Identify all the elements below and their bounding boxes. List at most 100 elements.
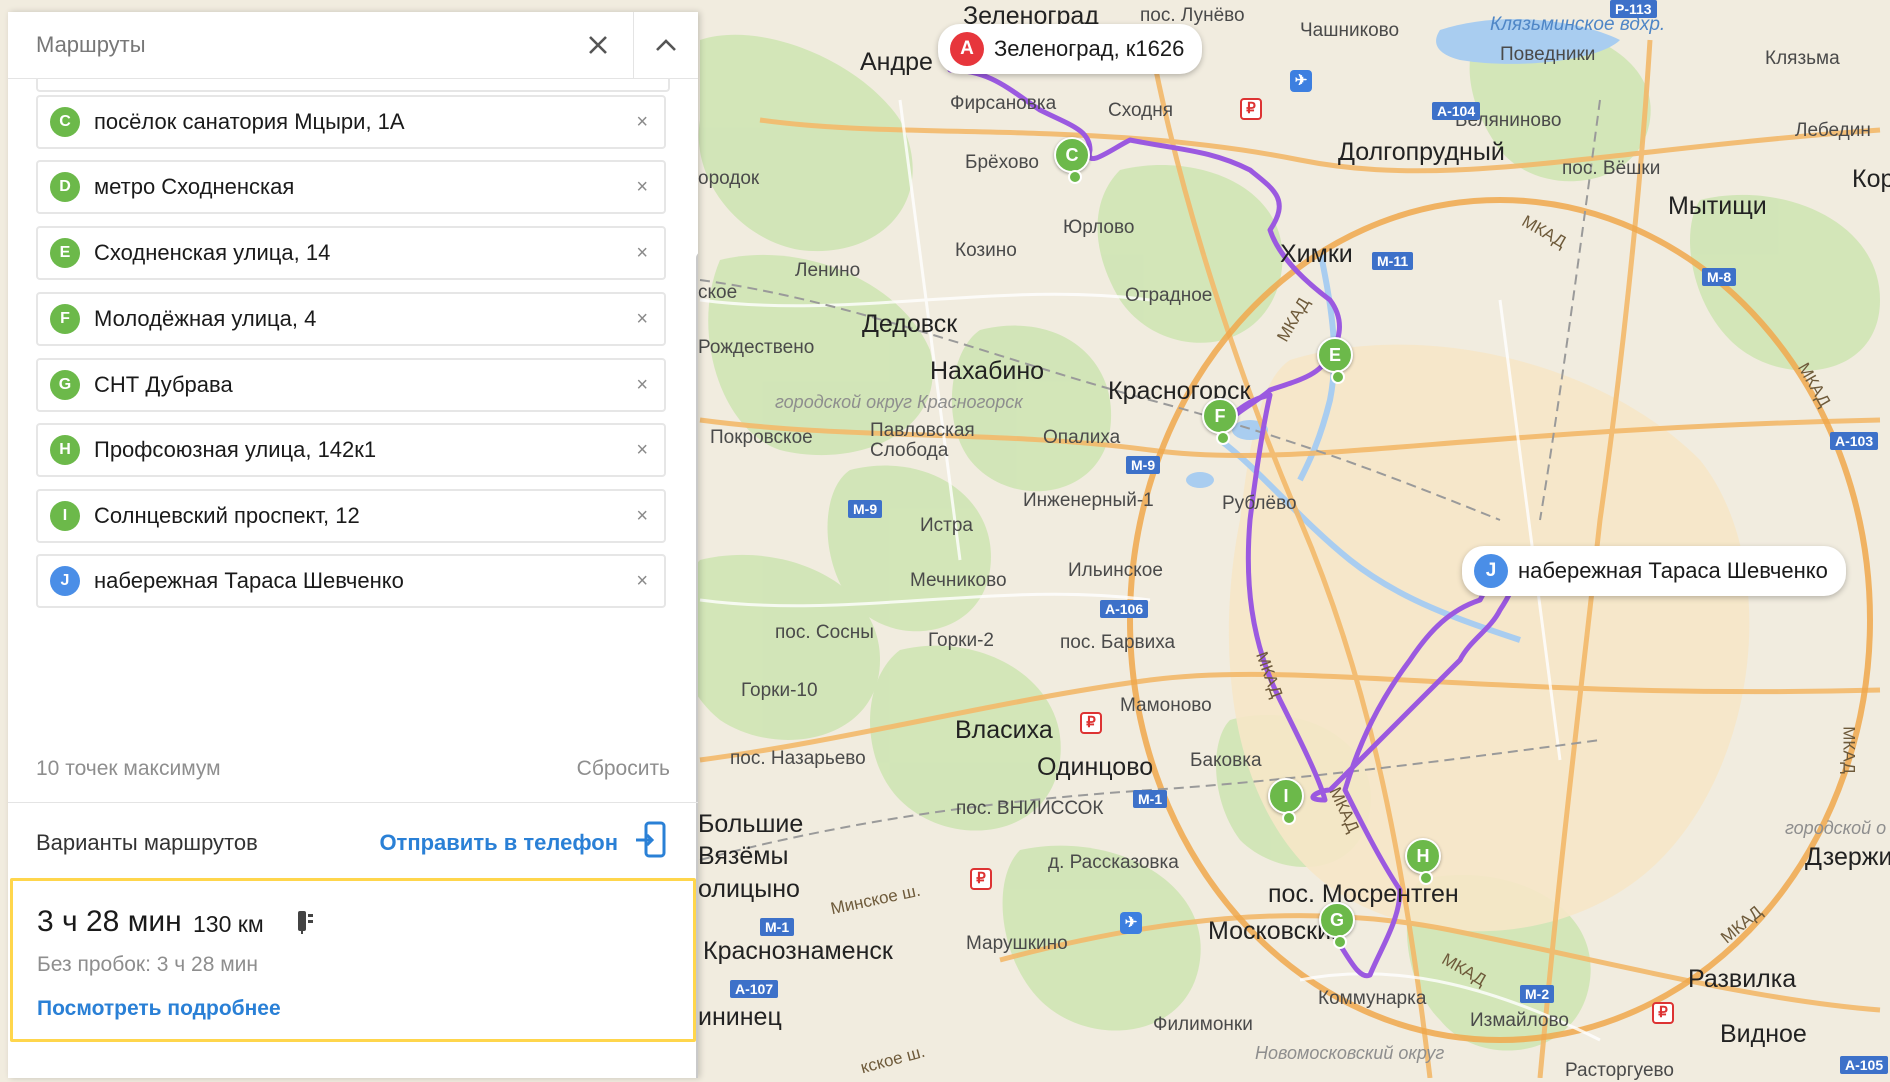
waypoint-field[interactable]: H Профсоюзная улица, 142к1 × [36,423,666,477]
remove-waypoint-icon[interactable]: × [636,242,648,265]
place-label: Ленино [795,260,861,281]
place-label: Андре [860,48,933,76]
route-variants-title: Варианты маршрутов [36,830,258,855]
remove-waypoint-icon[interactable]: × [636,111,648,134]
place-label: Коммунарка [1318,988,1427,1009]
highway-shield: М-11 [1372,252,1414,270]
waypoint-label: Молодёжная улица, 4 [94,306,317,331]
start-marker-icon: A [950,32,984,66]
place-label: Видное [1720,1020,1807,1048]
waypoint-label: Профсоюзная улица, 142к1 [94,437,377,462]
place-label: ское [698,282,738,303]
place-label: Одинцово [1037,753,1154,781]
highway-shield: М-9 [848,500,883,518]
remove-waypoint-icon[interactable]: × [636,374,648,397]
place-label: Долгопрудный [1338,138,1505,166]
callout-label: Зеленоград, к1626 [994,36,1185,61]
traffic-light-icon [293,909,319,935]
waypoint-badge: C [50,107,80,137]
waypoint-field[interactable]: D метро Сходненская × [36,160,666,214]
route-details-link[interactable]: Посмотреть подробнее [37,997,281,1021]
place-label: Рублёво [1222,493,1297,514]
waypoint-field[interactable]: C посёлок санатория Мцыри, 1А × [36,95,666,149]
waypoint-badge: D [50,172,80,202]
place-label: Развилка [1688,965,1797,993]
highway-shield: А-107 [730,980,779,998]
place-label: Чашниково [1300,20,1400,41]
place-label: пос. Сосны [775,622,874,643]
place-label: Рождествено [698,337,815,358]
place-label: пос. Назарьево [730,748,866,769]
highway-shield: А-106 [1100,600,1149,618]
route-pin-g[interactable]: G [1319,902,1355,949]
remove-waypoint-icon[interactable]: × [636,439,648,462]
place-label: Брёхово [965,152,1039,173]
route-pin-c[interactable]: C [1054,137,1090,184]
place-label: д. Рассказовка [1048,852,1179,873]
waypoint-label: СНТ Дубрава [94,372,233,397]
remove-waypoint-icon[interactable]: × [636,176,648,199]
route-no-traffic: Без пробок: 3 ч 28 мин [37,953,259,976]
place-label: Поведники [1500,44,1596,65]
place-label: Дедовск [862,310,958,338]
place-label: Инженерный-1 [1023,490,1154,511]
send-to-phone-link[interactable]: Отправить в телефон [379,830,618,856]
waypoint-badge: E [50,238,80,268]
route-pin-h[interactable]: H [1405,838,1441,885]
route-pin-i[interactable]: I [1268,778,1304,825]
place-label: Фирсановка [950,93,1057,114]
chevron-up-icon[interactable] [633,12,698,78]
highway-shield: М-8 [1702,268,1737,286]
callout-label: набережная Тараса Шевченко [1518,558,1828,583]
panel-header: Маршруты [8,12,698,79]
place-label: Козино [955,240,1017,261]
end-marker-icon: J [1474,554,1508,588]
highway-shield: А-103 [1830,432,1879,450]
waypoint-field[interactable]: J набережная Тараса Шевченко × [36,554,666,608]
fuel-station-icon[interactable]: ₽ [970,868,992,890]
route-end-callout[interactable]: J набережная Тараса Шевченко [1462,546,1846,596]
place-label: городской о [1785,818,1887,838]
place-label: Опалиха [1043,427,1121,448]
waypoint-field[interactable]: F Молодёжная улица, 4 × [36,292,666,346]
place-label: Филимонки [1153,1014,1253,1035]
divider [8,802,698,803]
waypoint-field[interactable]: E Сходненская улица, 14 × [36,226,666,280]
remove-waypoint-icon[interactable]: × [636,308,648,331]
remove-waypoint-icon[interactable]: × [636,505,648,528]
waypoint-label: Сходненская улица, 14 [94,240,331,265]
place-label: ородок [698,168,760,189]
remove-waypoint-icon[interactable]: × [636,570,648,593]
waypoint-field[interactable]: I Солнцевский проспект, 12 × [36,489,666,543]
fuel-station-icon[interactable]: ₽ [1652,1002,1674,1024]
waypoint-badge: G [50,370,80,400]
routes-panel: Маршруты C посёлок санатория Мцыри, 1А ×… [8,12,698,1078]
waypoint-label: набережная Тараса Шевченко [94,568,404,593]
highway-shield: Р-113 [1610,0,1657,18]
place-label: Горки-10 [741,680,818,701]
close-icon[interactable] [568,12,628,78]
place-label: пос. Вёшки [1562,158,1661,179]
waypoint-field[interactable]: G СНТ Дубрава × [36,358,666,412]
place-label: Власиха [955,716,1053,744]
airport-icon[interactable]: ✈ [1120,912,1142,934]
route-pin-f[interactable]: F [1202,398,1238,445]
place-label: Мамоново [1120,695,1212,716]
place-label: Юрлово [1063,217,1135,238]
waypoint-badge: F [50,304,80,334]
airport-icon[interactable]: ✈ [1290,70,1312,92]
reset-button[interactable]: Сбросить [577,757,670,781]
highway-shield: А-104 [1432,102,1481,120]
place-label: Измайлово [1470,1010,1569,1031]
route-option-card[interactable]: 3 ч 28 мин 130 км Без пробок: 3 ч 28 мин… [10,878,696,1042]
panel-title: Маршруты [36,32,146,57]
send-to-phone-icon[interactable] [634,820,670,860]
scrollbar[interactable] [696,252,698,1078]
place-label: Марушкино [966,933,1068,954]
fuel-station-icon[interactable]: ₽ [1240,98,1262,120]
route-start-callout[interactable]: A Зеленоград, к1626 [938,24,1203,74]
fuel-station-icon[interactable]: ₽ [1080,712,1102,734]
place-label: Баковка [1190,750,1262,771]
route-pin-e[interactable]: E [1317,337,1353,384]
place-label: пос. Барвиха [1060,632,1176,653]
